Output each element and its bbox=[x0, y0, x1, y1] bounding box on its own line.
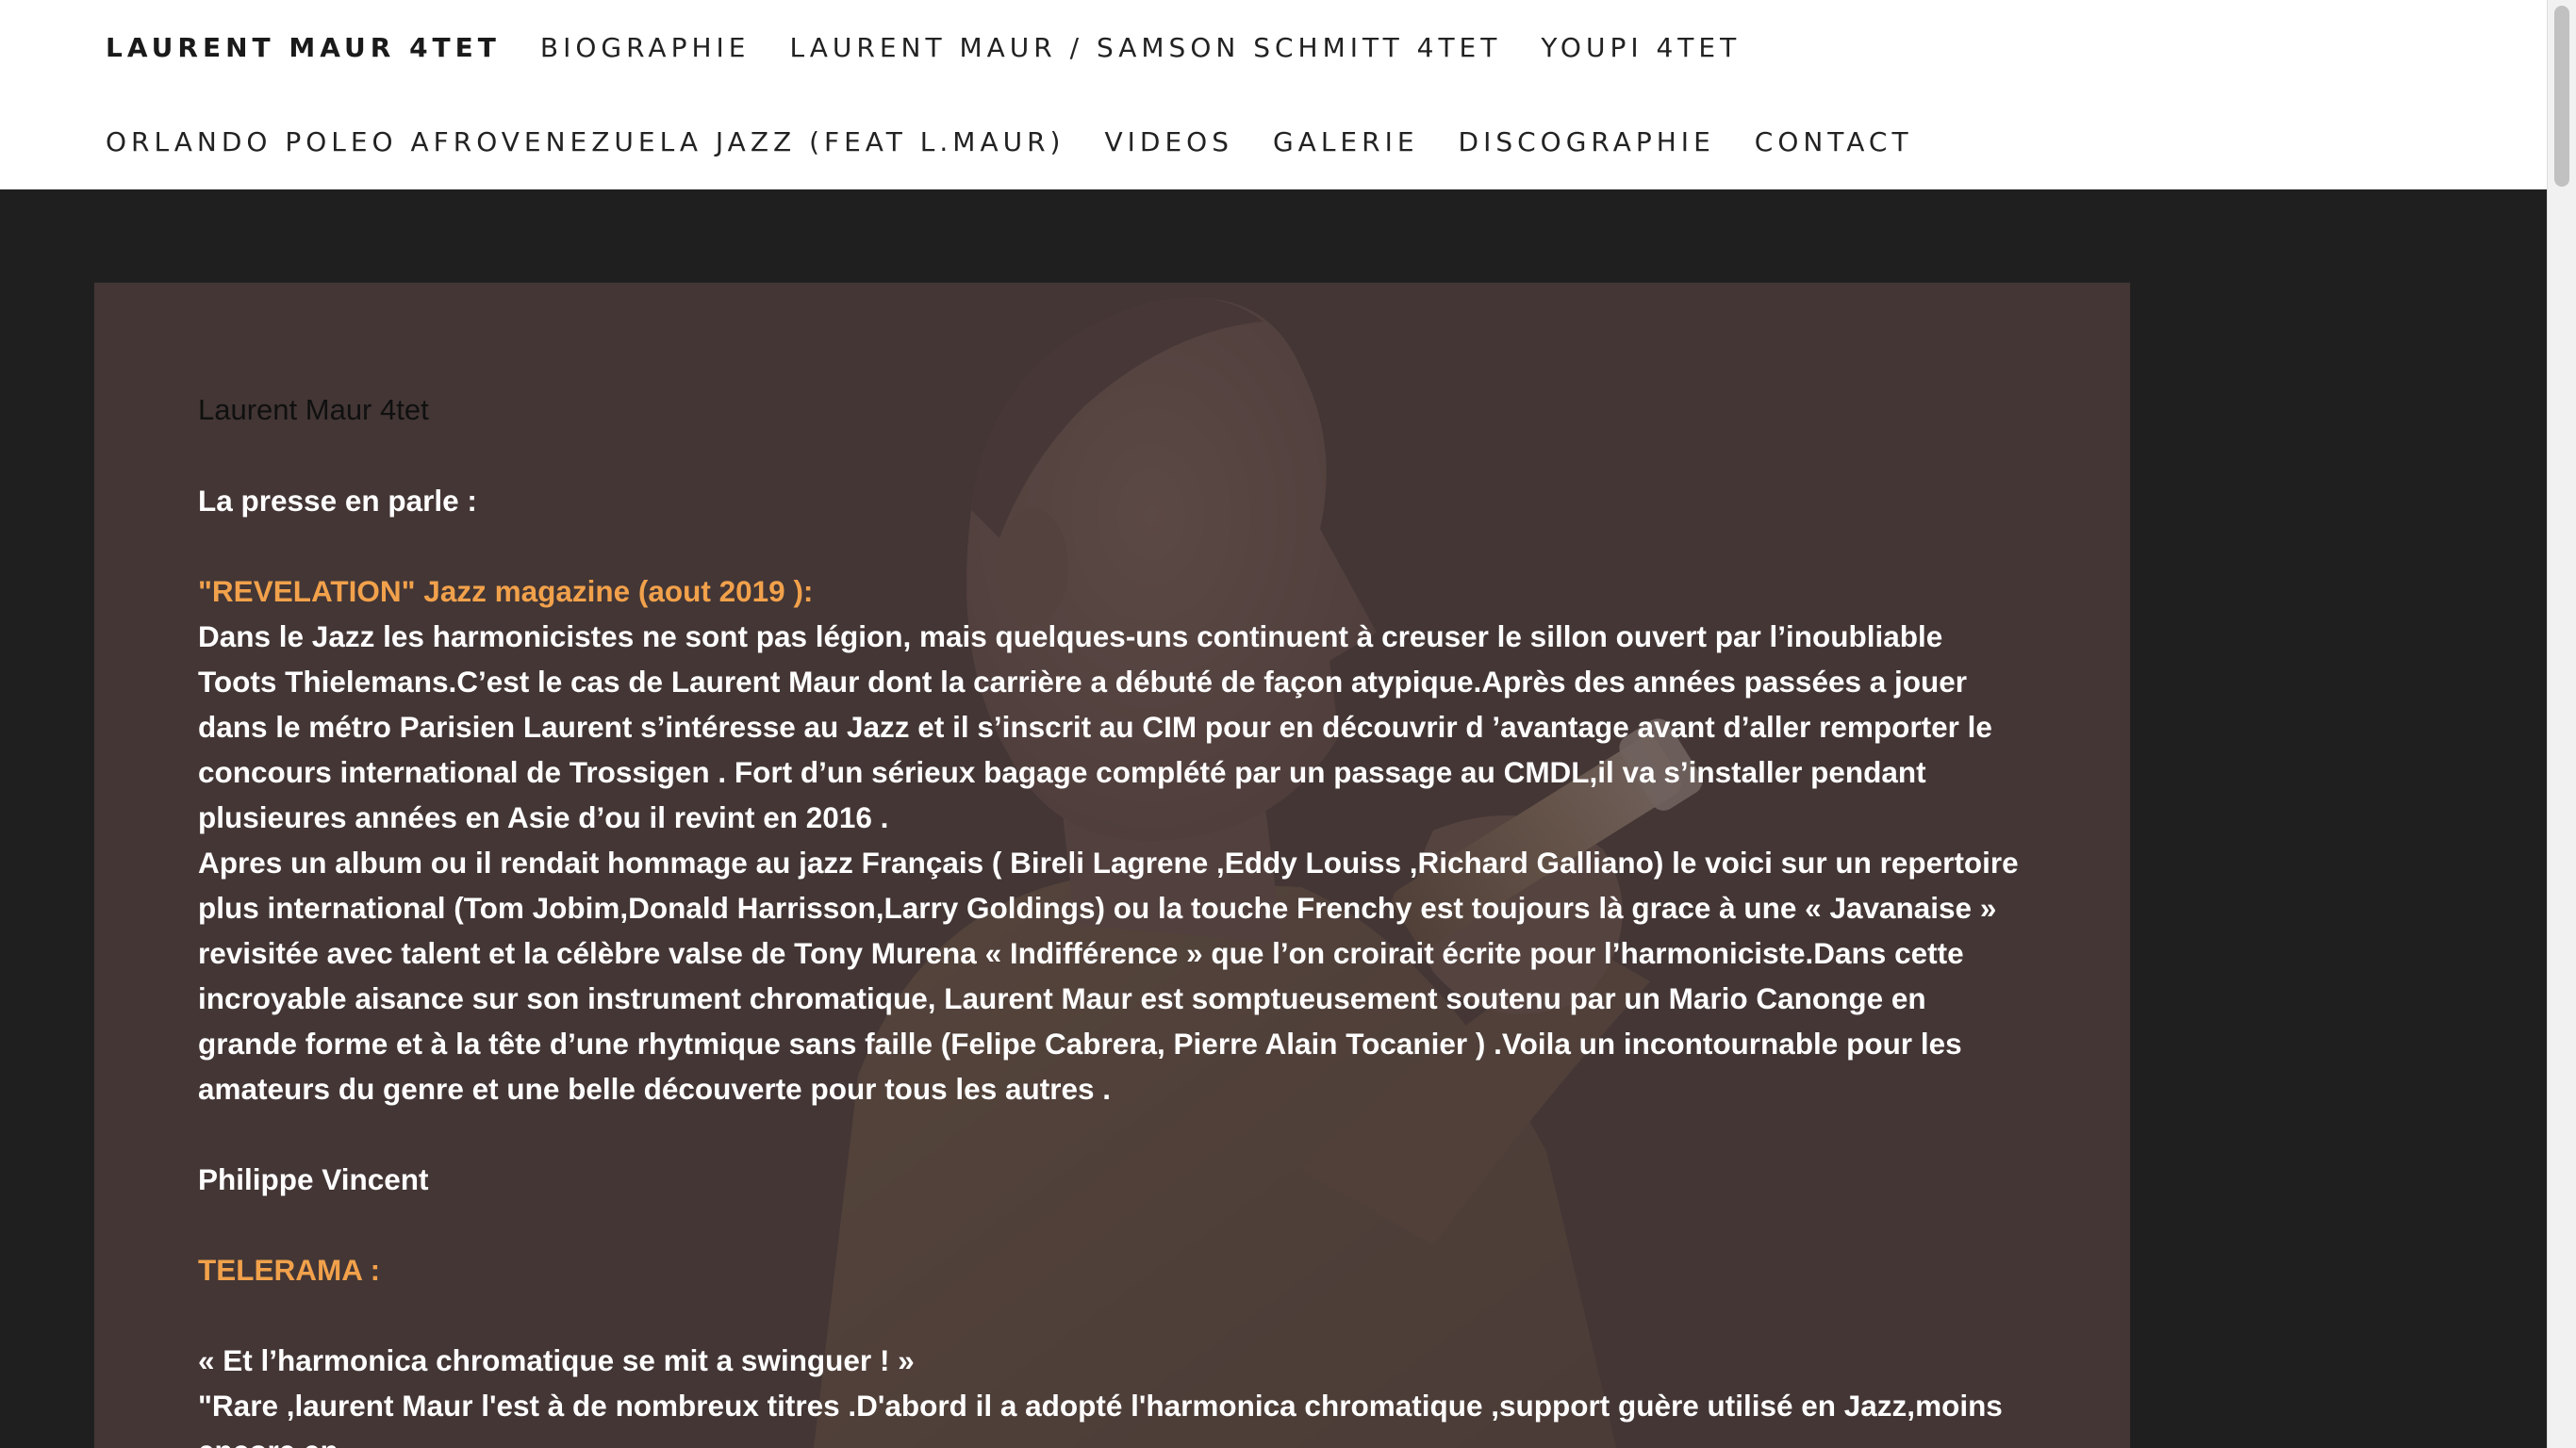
site-title: Laurent Maur 4tet bbox=[198, 393, 429, 426]
nav-item-youpi-4tet[interactable]: YOUPI 4TET bbox=[1541, 32, 1741, 63]
review-paragraph: Apres un album ou il rendait hommage au … bbox=[198, 846, 2019, 1106]
nav-item-videos[interactable]: VIDEOS bbox=[1104, 126, 1232, 157]
nav-item-discographie[interactable]: DISCOGRAPHIE bbox=[1459, 126, 1715, 157]
nav-item-galerie[interactable]: GALERIE bbox=[1273, 126, 1419, 157]
scrollbar-thumb[interactable] bbox=[2554, 6, 2569, 187]
review-source-jazz-magazine: "REVELATION" Jazz magazine (aout 2019 ): bbox=[198, 574, 814, 608]
nav-row-1: LAURENT MAUR 4TET BIOGRAPHIE LAURENT MAU… bbox=[106, 25, 1780, 70]
vertical-scrollbar[interactable] bbox=[2547, 0, 2576, 1448]
nav-item-orlando-poleo[interactable]: ORLANDO POLEO AFROVENEZUELA JAZZ (FEAT L… bbox=[106, 126, 1065, 157]
review-source-telerama: TELERAMA : bbox=[198, 1253, 381, 1287]
review-author: Philippe Vincent bbox=[198, 1162, 429, 1196]
review-paragraph: Dans le Jazz les harmonicistes ne sont p… bbox=[198, 619, 1992, 834]
article-text: Laurent Maur 4tet La presse en parle : "… bbox=[198, 387, 2023, 1448]
review-quote: « Et l’harmonica chromatique se mit a sw… bbox=[198, 1343, 915, 1377]
nav-item-contact[interactable]: CONTACT bbox=[1755, 126, 1913, 157]
press-heading: La presse en parle : bbox=[198, 484, 477, 518]
page: LAURENT MAUR 4TET BIOGRAPHIE LAURENT MAU… bbox=[0, 0, 2576, 1448]
top-navigation: LAURENT MAUR 4TET BIOGRAPHIE LAURENT MAU… bbox=[0, 0, 2548, 189]
nav-item-laurent-maur-4tet[interactable]: LAURENT MAUR 4TET bbox=[106, 32, 501, 63]
nav-item-biographie[interactable]: BIOGRAPHIE bbox=[540, 32, 751, 63]
nav-row-2: ORLANDO POLEO AFROVENEZUELA JAZZ (FEAT L… bbox=[106, 119, 1953, 164]
hero-section: Laurent Maur 4tet La presse en parle : "… bbox=[0, 189, 2548, 1448]
review-paragraph: "Rare ,laurent Maur l'est à de nombreux … bbox=[198, 1389, 2003, 1448]
nav-item-laurent-maur-samson-schmitt-4tet[interactable]: LAURENT MAUR / SAMSON SCHMITT 4TET bbox=[789, 32, 1501, 63]
